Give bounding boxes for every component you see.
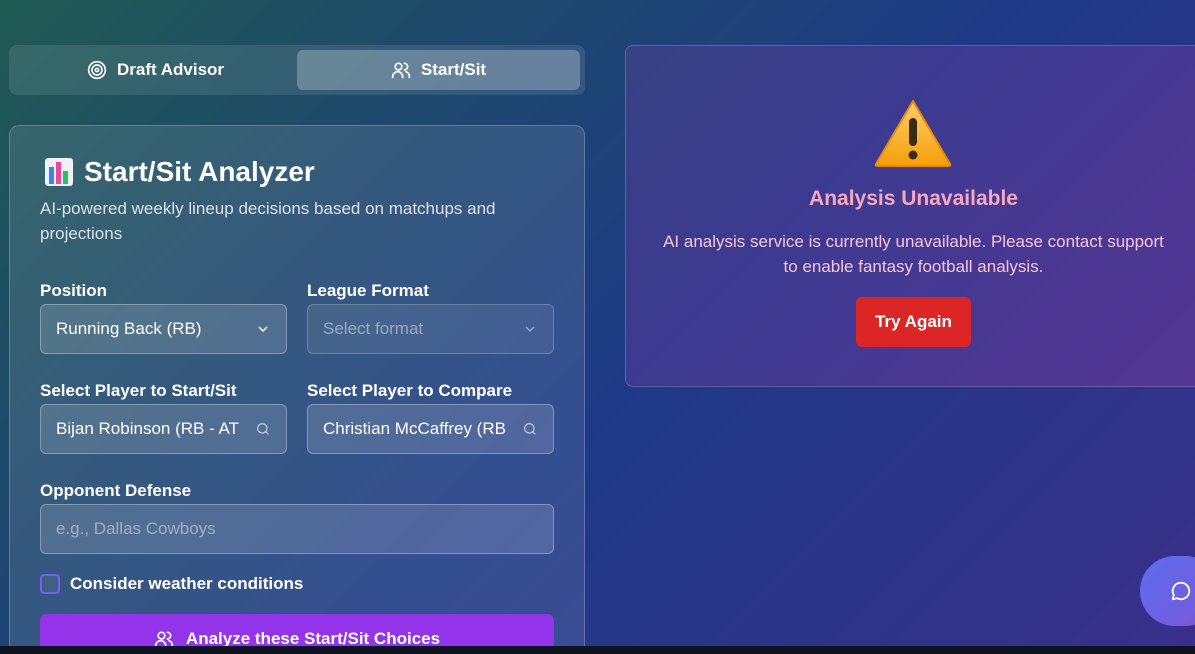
league-format-placeholder: Select format (323, 319, 424, 338)
position-select[interactable]: Running Back (RB) (40, 304, 287, 354)
card-title-text: Start/Sit Analyzer (84, 156, 315, 187)
compare-label: Select Player to Compare (307, 381, 513, 400)
compare-value: Christian McCaffrey (RB (323, 419, 506, 438)
mode-tabs: Draft Advisor Start/Sit (9, 45, 585, 95)
chevron-down-icon (258, 326, 268, 333)
player-label: Select Player to Start/Sit (40, 381, 237, 400)
player-value: Bijan Robinson (RB - AT (56, 419, 239, 438)
tab-start-sit[interactable]: Start/Sit (297, 50, 580, 90)
error-title: Analysis Unavailable (809, 187, 1018, 210)
player-search-input[interactable]: Bijan Robinson (RB - AT (40, 404, 287, 454)
opponent-label: Opponent Defense (40, 481, 192, 500)
start-sit-card: Start/Sit Analyzer AI-powered weekly lin… (9, 125, 585, 654)
position-label: Position (40, 281, 108, 300)
try-again-button[interactable]: Try Again (856, 297, 971, 347)
weather-option[interactable]: Consider weather conditions (40, 574, 303, 594)
chat-button[interactable] (1140, 556, 1195, 626)
analysis-panel: Analysis Unavailable AI analysis service… (625, 45, 1195, 387)
league-format-label: League Format (307, 281, 429, 300)
card-subtitle: AI-powered weekly lineup decisions based… (40, 199, 496, 243)
opponent-input[interactable]: e.g., Dallas Cowboys (40, 504, 554, 554)
position-value: Running Back (RB) (56, 319, 202, 338)
tab-draft-advisor[interactable]: Draft Advisor (14, 50, 297, 90)
search-icon (524, 423, 536, 435)
opponent-placeholder: e.g., Dallas Cowboys (56, 519, 216, 538)
search-icon (257, 423, 269, 435)
warning-icon (874, 100, 952, 167)
bar-chart-emoji-icon (45, 158, 73, 186)
users-icon (391, 62, 411, 79)
error-message: AI analysis service is currently unavail… (663, 232, 1164, 276)
compare-search-input[interactable]: Christian McCaffrey (RB (307, 404, 554, 454)
chat-bubble-icon (1171, 581, 1191, 601)
target-icon (87, 60, 107, 80)
try-again-label: Try Again (875, 312, 952, 331)
weather-label: Consider weather conditions (70, 574, 304, 593)
league-format-select[interactable]: Select format (307, 304, 554, 354)
taskbar-strip (0, 646, 1195, 654)
tab-label: Draft Advisor (116, 60, 225, 79)
tab-label: Start/Sit (420, 60, 487, 79)
weather-checkbox[interactable] (40, 574, 60, 594)
card-title: Start/Sit Analyzer (44, 156, 315, 188)
chevron-down-icon (525, 326, 535, 333)
